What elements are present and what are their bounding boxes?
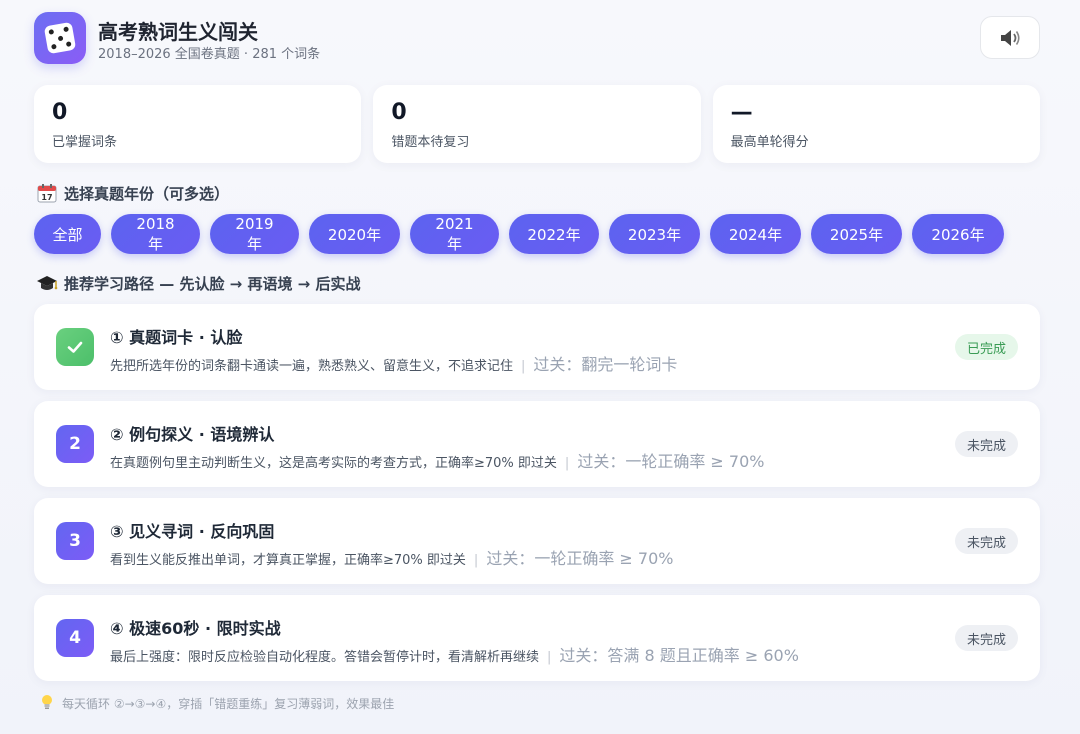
status-badge: 未完成: [954, 431, 1018, 457]
sound-toggle-button[interactable]: [980, 16, 1040, 59]
year-section-title: 17 选择真题年份（可多选）: [36, 182, 229, 204]
stat-review[interactable]: 0 错题本待复习: [373, 85, 701, 163]
year-filter: 全部 2018年 2019年 2020年 2021年 2022年 2023年 2…: [34, 214, 1004, 254]
tip-text: 每天循环 ②→③→④，穿插「错题重练」复习薄弱词，效果最佳: [62, 697, 395, 711]
year-chip-2021[interactable]: 2021年: [410, 214, 499, 254]
status-badge: 未完成: [954, 625, 1018, 651]
step-card-1[interactable]: ① 真题词卡 · 认脸 先把所选年份的词条翻卡通读一遍，熟悉熟义、留意生义，不追…: [34, 304, 1040, 390]
year-chip-2019[interactable]: 2019年: [210, 214, 299, 254]
step-card-3[interactable]: 3 ③ 见义寻词 · 反向巩固 看到生义能反推出单词，才算真正掌握，正确率≥70…: [34, 498, 1040, 584]
status-badge: 未完成: [954, 528, 1018, 554]
year-chip-2018[interactable]: 2018年: [111, 214, 200, 254]
step-description: 先把所选年份的词条翻卡通读一遍，熟悉熟义、留意生义，不追求记住 | 过关：翻完一…: [110, 351, 677, 375]
year-section-label: 选择真题年份（可多选）: [64, 184, 230, 203]
lightbulb-icon: [40, 694, 54, 713]
stat-label: 错题本待复习: [391, 135, 470, 150]
year-chip-2026[interactable]: 2026年: [912, 214, 1004, 254]
step-title: ① 真题词卡 · 认脸: [110, 328, 243, 347]
step-desc-text: 看到生义能反推出单词，才算真正掌握，正确率≥70% 即过关: [110, 553, 466, 568]
step-description: 在真题例句里主动判断生义，这是高考实际的考查方式，正确率≥70% 即过关 | 过…: [110, 448, 764, 472]
step-desc-text: 最后上强度：限时反应检验自动化程度。答错会暂停计时，看清解析再继续: [110, 650, 540, 665]
divider: |: [547, 650, 552, 665]
daily-tip: 每天循环 ②→③→④，穿插「错题重练」复习薄弱词，效果最佳: [40, 694, 394, 713]
year-chip-2020[interactable]: 2020年: [309, 214, 400, 254]
stat-value: 0: [391, 100, 407, 125]
path-section-label: 推荐学习路径 — 先认脸 → 再语境 → 后实战: [64, 274, 361, 293]
step-card-2[interactable]: 2 ② 例句探义 · 语境辨认 在真题例句里主动判断生义，这是高考实际的考查方式…: [34, 401, 1040, 487]
step-card-4[interactable]: 4 ④ 极速60秒 · 限时实战 最后上强度：限时反应检验自动化程度。答错会暂停…: [34, 595, 1040, 681]
dice-icon: [34, 12, 86, 64]
step-pass-criteria: 过关：答满 8 题且正确率 ≥ 60%: [559, 646, 799, 665]
stats-row: 0 已掌握词条 0 错题本待复习 — 最高单轮得分: [34, 85, 1040, 163]
calendar-icon: 17: [36, 182, 58, 204]
divider: |: [521, 359, 526, 374]
step-number: 3: [56, 522, 94, 560]
divider: |: [564, 456, 570, 471]
year-chip-2025[interactable]: 2025年: [811, 214, 902, 254]
step-pass-criteria: 过关：一轮正确率 ≥ 70%: [486, 549, 674, 568]
path-section-title: 推荐学习路径 — 先认脸 → 再语境 → 后实战: [36, 272, 360, 294]
stat-label: 已掌握词条: [52, 135, 118, 150]
check-icon: [56, 328, 94, 366]
stat-value: —: [730, 100, 753, 125]
step-pass-criteria: 过关：翻完一轮词卡: [533, 355, 678, 374]
year-chip-all[interactable]: 全部: [34, 214, 101, 254]
step-description: 最后上强度：限时反应检验自动化程度。答错会暂停计时，看清解析再继续 | 过关：答…: [110, 642, 799, 666]
svg-text:17: 17: [41, 193, 52, 202]
step-number: 4: [56, 619, 94, 657]
year-chip-2023[interactable]: 2023年: [609, 214, 700, 254]
step-title: ② 例句探义 · 语境辨认: [110, 425, 275, 444]
stat-best-score: — 最高单轮得分: [712, 85, 1040, 163]
step-title: ④ 极速60秒 · 限时实战: [110, 619, 281, 638]
stat-value: 0: [52, 100, 68, 125]
speaker-icon: [1001, 29, 1020, 46]
year-chip-2024[interactable]: 2024年: [710, 214, 801, 254]
app-title: 高考熟词生义闯关: [98, 20, 258, 44]
step-number: 2: [56, 425, 94, 463]
graduation-cap-icon: [36, 272, 58, 294]
app-header: 高考熟词生义闯关 2018–2026 全国卷真题 · 281 个词条: [34, 12, 1040, 66]
status-badge: 已完成: [954, 334, 1018, 360]
learning-steps: ① 真题词卡 · 认脸 先把所选年份的词条翻卡通读一遍，熟悉熟义、留意生义，不追…: [34, 304, 1040, 692]
step-desc-text: 先把所选年份的词条翻卡通读一遍，熟悉熟义、留意生义，不追求记住: [110, 359, 514, 374]
step-pass-criteria: 过关：一轮正确率 ≥ 70%: [577, 452, 765, 471]
year-chip-2022[interactable]: 2022年: [509, 214, 599, 254]
step-title: ③ 见义寻词 · 反向巩固: [110, 522, 275, 541]
stat-label: 最高单轮得分: [730, 135, 809, 150]
app-subtitle: 2018–2026 全国卷真题 · 281 个词条: [98, 47, 321, 62]
stat-mastered: 0 已掌握词条: [34, 85, 362, 163]
step-description: 看到生义能反推出单词，才算真正掌握，正确率≥70% 即过关 | 过关：一轮正确率…: [110, 545, 673, 569]
step-desc-text: 在真题例句里主动判断生义，这是高考实际的考查方式，正确率≥70% 即过关: [110, 456, 557, 471]
divider: |: [473, 553, 479, 568]
